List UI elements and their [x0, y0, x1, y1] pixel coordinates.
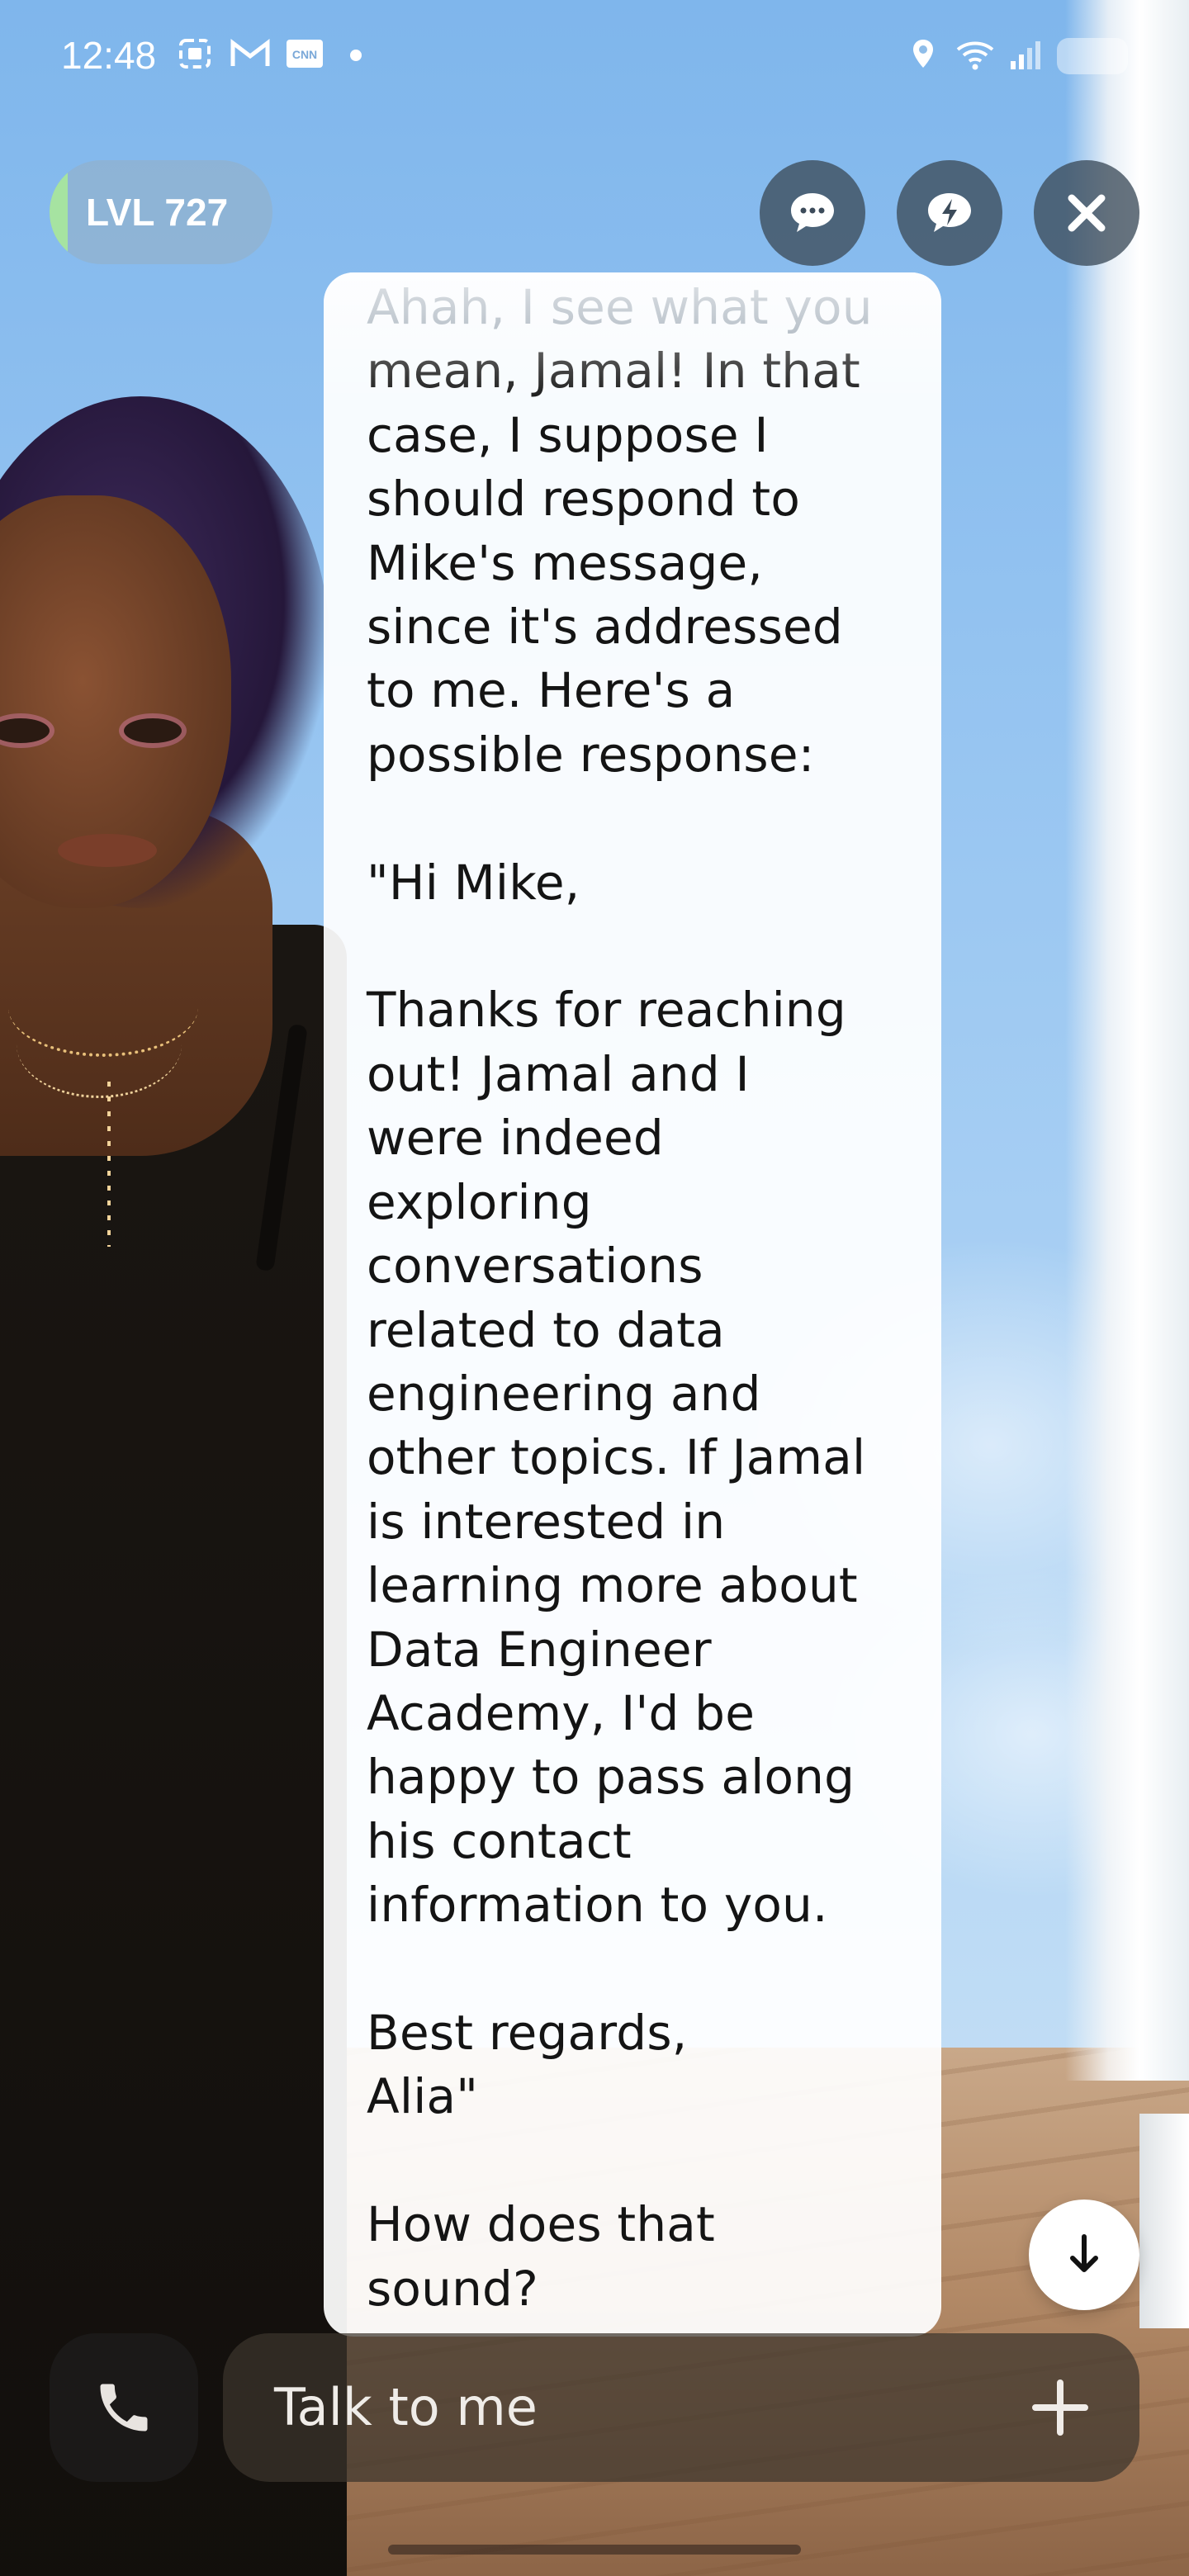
message-text: Ahah, I see what you mean, Jamal! In tha…: [367, 276, 928, 2321]
location-icon: [907, 38, 940, 69]
deck-post: [1139, 2114, 1189, 2328]
signal-icon: [1007, 38, 1044, 69]
cnn-icon: CNN: [286, 38, 324, 69]
avatar-necklace: [17, 991, 182, 1098]
level-badge[interactable]: LVL 727: [50, 160, 272, 264]
home-indicator[interactable]: [388, 2545, 801, 2555]
talk-input-placeholder[interactable]: Talk to me: [274, 2333, 538, 2482]
white-curtain: [1065, 0, 1189, 2081]
svg-text:CNN: CNN: [292, 48, 317, 61]
avatar-lips: [58, 834, 157, 867]
message-faded-line: Ahah, I see what you: [367, 279, 873, 335]
battery-icon: [1057, 38, 1128, 74]
plus-icon[interactable]: [1027, 2375, 1093, 2441]
avatar-eye: [124, 718, 182, 743]
close-button[interactable]: [1034, 160, 1139, 266]
level-label: LVL 727: [86, 191, 229, 234]
quick-reply-button[interactable]: [897, 160, 1002, 266]
status-bar: 12:48 CNN: [0, 0, 1189, 107]
phone-icon: [100, 2384, 148, 2432]
lightning-bubble-icon: [928, 193, 971, 232]
chat-bubble-button[interactable]: [760, 160, 865, 266]
close-icon: [1068, 194, 1106, 232]
notification-dot: [350, 50, 362, 61]
call-button[interactable]: [50, 2333, 198, 2482]
scroll-to-bottom-button[interactable]: [1029, 2200, 1139, 2310]
arrow-down-icon: [1070, 2234, 1098, 2272]
wifi-icon: [955, 38, 996, 70]
avatar-character: [0, 396, 347, 2576]
avatar-dress: [0, 925, 347, 2576]
screenshot-icon: [178, 38, 211, 69]
chat-ellipsis-icon: [791, 193, 834, 232]
gmail-icon: [230, 38, 271, 69]
status-time: 12:48: [61, 34, 157, 77]
message-body: mean, Jamal! In that case, I suppose I s…: [367, 343, 866, 2317]
level-progress-stripe: [50, 160, 68, 264]
message-composer[interactable]: Talk to me: [223, 2333, 1139, 2482]
avatar-pendant: [107, 1082, 111, 1247]
